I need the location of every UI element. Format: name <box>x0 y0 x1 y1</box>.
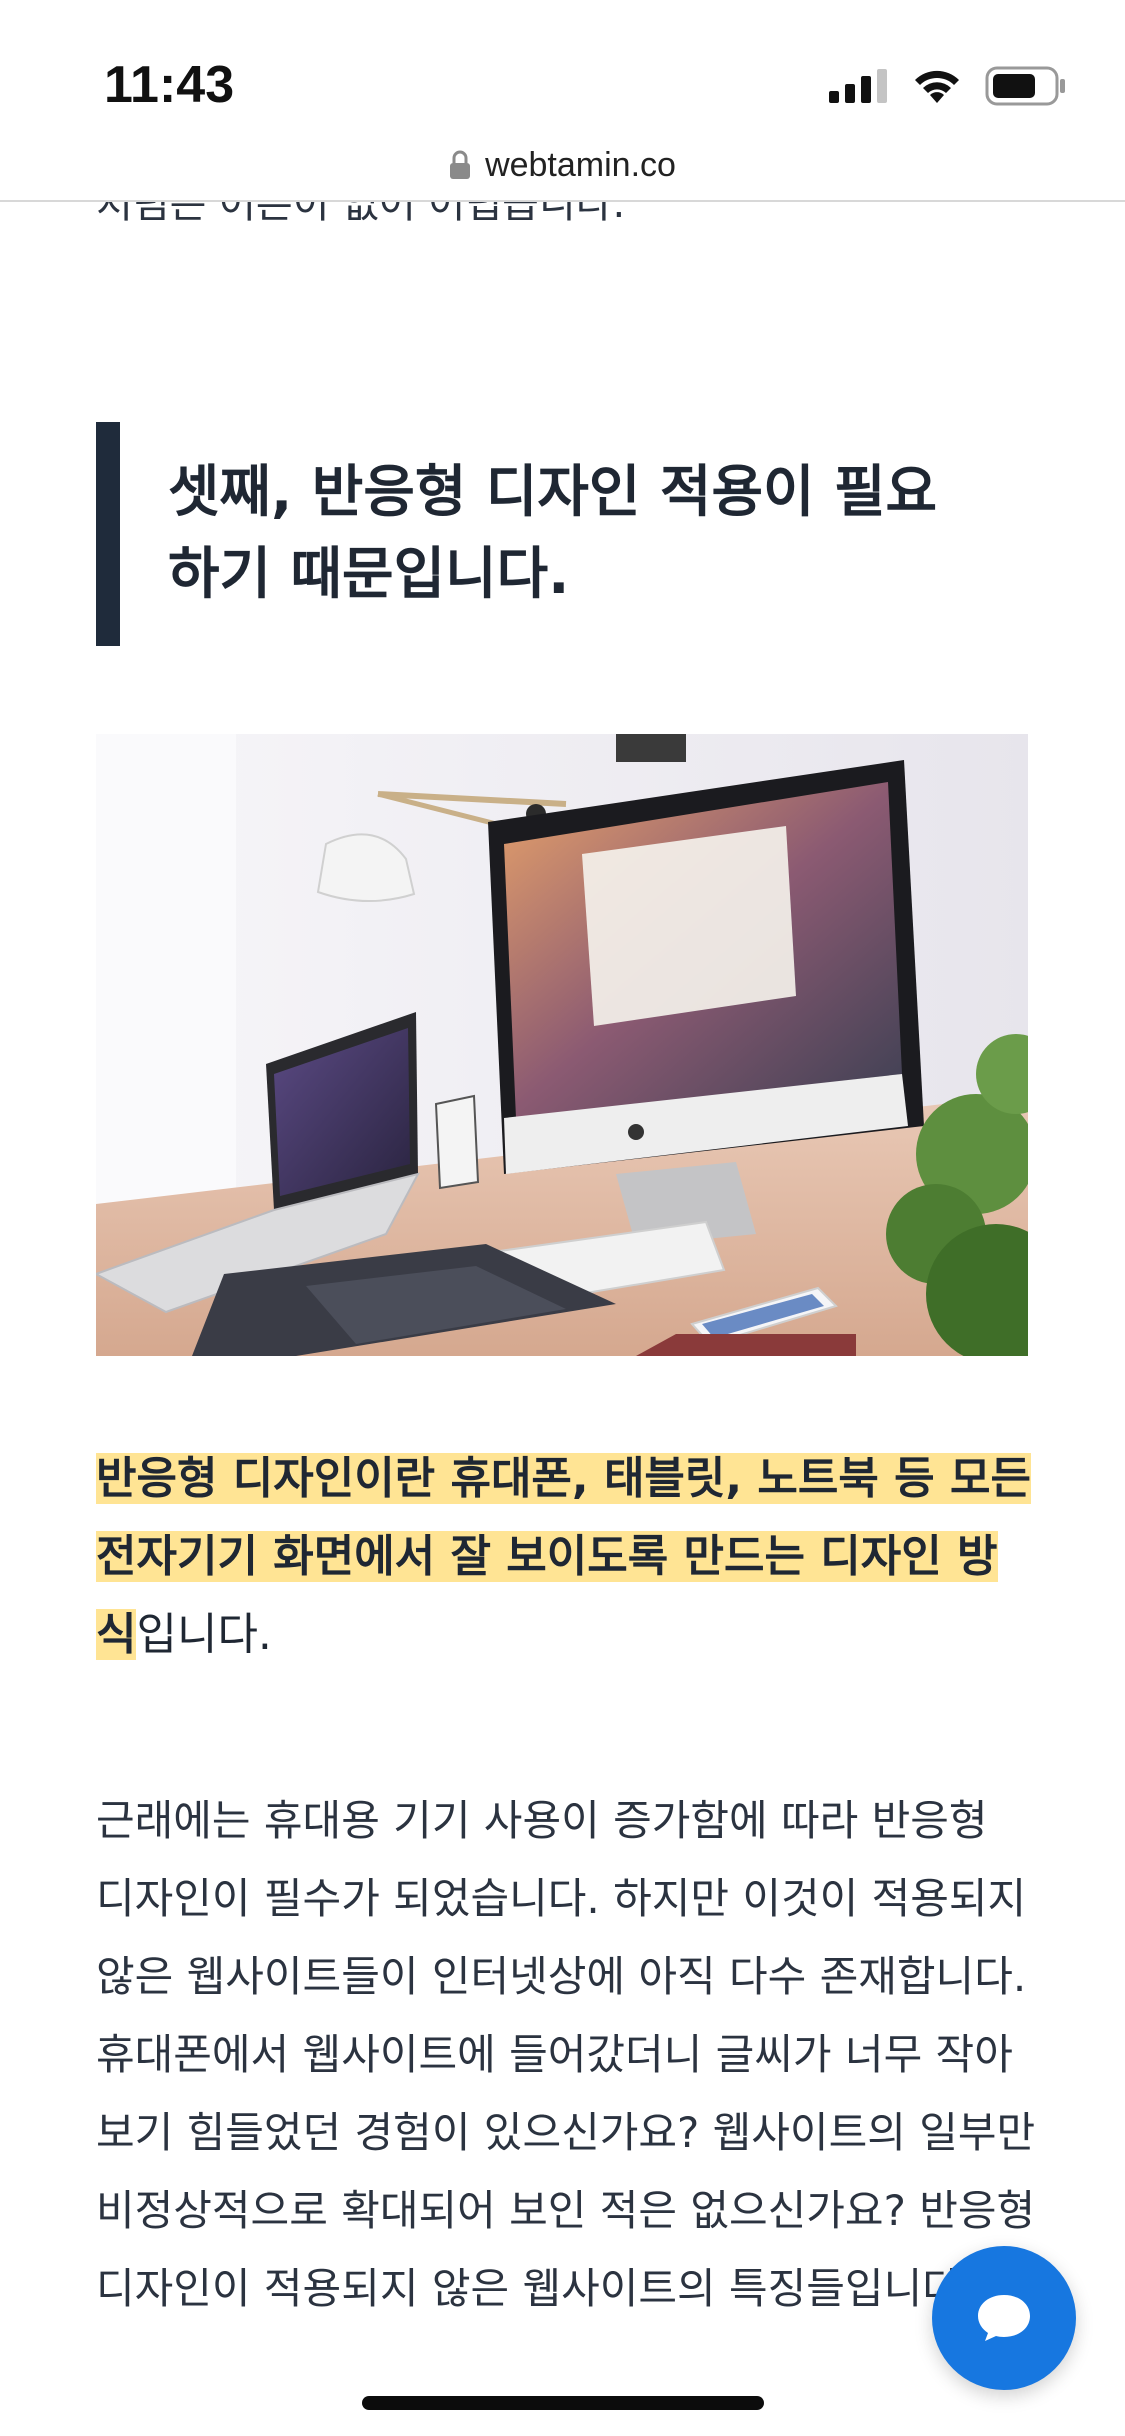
cut-off-text: 처럼은 어른이 없어 어렵습니다. <box>96 202 996 224</box>
url-text: webtamin.co <box>485 145 676 184</box>
section-heading-block: 셋째, 반응형 디자인 적용이 필요하기 때문입니다. <box>96 422 996 646</box>
article-content: 처럼은 어른이 없어 어렵습니다. 셋째, 반응형 디자인 적용이 필요하기 때… <box>0 202 1125 2436</box>
body-paragraph: 근래에는 휴대용 기기 사용이 증가함에 따라 반응형 디자인이 필수가 되었습… <box>96 1796 1036 2313</box>
status-icons <box>829 66 1067 106</box>
highlight-paragraph: 반응형 디자인이란 휴대폰, 태블릿, 노트북 등 모든 전자기기 화면에서 잘… <box>96 1440 1036 1674</box>
desk-illustration <box>96 734 1028 1356</box>
lock-icon <box>450 150 471 179</box>
status-time: 11:43 <box>104 56 235 114</box>
highlight-tail: 입니다. <box>136 1609 272 1660</box>
signal-icon <box>829 69 887 103</box>
url-bar[interactable]: webtamin.co <box>0 128 1125 202</box>
chat-button[interactable] <box>932 2246 1076 2390</box>
status-bar: 11:43 <box>0 0 1125 140</box>
wifi-icon <box>915 70 959 103</box>
battery-icon <box>985 66 1065 106</box>
section-heading: 셋째, 반응형 디자인 적용이 필요하기 때문입니다. <box>168 460 938 607</box>
article-image <box>96 734 1028 1356</box>
chat-bubble-icon <box>978 2295 1030 2341</box>
home-indicator[interactable] <box>362 2396 764 2410</box>
